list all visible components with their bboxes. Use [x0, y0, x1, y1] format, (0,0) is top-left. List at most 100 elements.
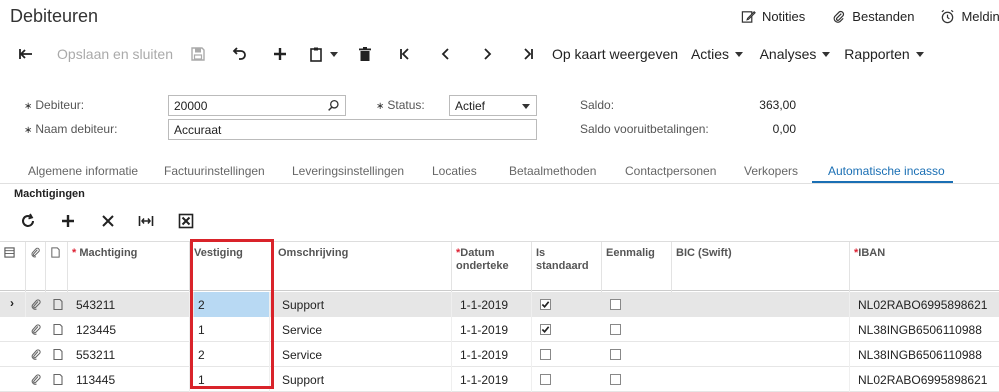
reports-menu-button[interactable]: Rapporten	[838, 38, 930, 70]
save-close-button[interactable]: Opslaan en sluiten	[52, 38, 178, 70]
table-row[interactable]: 553211 2 Service 1-1-2019 NL38INGB650611…	[0, 342, 999, 367]
first-record-button[interactable]	[384, 38, 426, 70]
undo-button[interactable]	[218, 38, 260, 70]
debiteur-field[interactable]: 20000	[168, 95, 346, 116]
checkbox-is-standaard[interactable]	[540, 299, 551, 310]
cell-machtiging[interactable]: 553211	[72, 342, 190, 367]
notities-label: Notities	[761, 9, 806, 24]
paperclip-icon[interactable]	[30, 323, 42, 336]
checkbox-eenmalig[interactable]	[610, 299, 621, 310]
paperclip-icon[interactable]	[30, 348, 42, 361]
note-icon	[51, 247, 60, 258]
tab-factuurinstellingen[interactable]: Factuurinstellingen	[164, 164, 265, 178]
cell-bic[interactable]	[676, 367, 850, 392]
cell-datum[interactable]: 1-1-2019	[456, 292, 532, 317]
naam-debiteur-field[interactable]: Accuraat	[168, 119, 537, 140]
cell-omschrijving[interactable]: Support	[278, 367, 452, 392]
tab-contactpersonen[interactable]: Contactpersonen	[625, 164, 716, 178]
cell-vestiging[interactable]: 2	[194, 292, 270, 317]
tab-locaties[interactable]: Locaties	[432, 164, 477, 178]
delete-row-button[interactable]	[100, 213, 118, 231]
paperclip-icon[interactable]	[30, 298, 42, 311]
cell-omschrijving[interactable]: Service	[278, 317, 452, 342]
cell-datum[interactable]: 1-1-2019	[456, 317, 532, 342]
tab-betaalmethoden[interactable]: Betaalmethoden	[509, 164, 596, 178]
column-bic[interactable]: BIC (Swift)	[672, 242, 850, 292]
cell-omschrijving[interactable]: Support	[278, 292, 452, 317]
column-selector-header[interactable]	[0, 242, 26, 292]
checkbox-is-standaard[interactable]	[540, 349, 551, 360]
notities-link[interactable]: Notities	[741, 9, 805, 24]
column-is-standaard[interactable]: Is standaard	[532, 242, 602, 292]
table-row[interactable]: 123445 1 Service 1-1-2019 NL38INGB650611…	[0, 317, 999, 342]
paperclip-icon[interactable]	[30, 373, 42, 386]
checkbox-is-standaard[interactable]	[540, 374, 551, 385]
cell-datum[interactable]: 1-1-2019	[456, 367, 532, 392]
checkbox-eenmalig[interactable]	[610, 349, 621, 360]
next-record-button[interactable]	[466, 38, 508, 70]
close-icon	[102, 215, 114, 227]
cell-machtiging[interactable]: 123445	[72, 317, 190, 342]
previous-record-button[interactable]	[426, 38, 466, 70]
note-icon[interactable]	[52, 373, 64, 386]
map-view-button[interactable]: Op kaart weergeven	[548, 38, 682, 70]
column-eenmalig[interactable]: Eenmalig	[602, 242, 672, 292]
tab-algemene-informatie[interactable]: Algemene informatie	[28, 164, 138, 178]
tab-bar: Algemene informatie Factuurinstellingen …	[0, 160, 999, 184]
cell-datum[interactable]: 1-1-2019	[456, 342, 532, 367]
trash-icon	[359, 47, 371, 61]
clipboard-menu-button[interactable]	[300, 38, 346, 70]
naam-debiteur-label: ∗ Naam debiteur:	[24, 122, 118, 136]
save-button[interactable]	[178, 38, 218, 70]
cell-machtiging[interactable]: 113445	[72, 367, 190, 392]
cell-omschrijving[interactable]: Service	[278, 342, 452, 367]
status-select[interactable]: Actief	[449, 95, 537, 116]
alarm-clock-icon	[941, 9, 954, 24]
table-row[interactable]: 113445 1 Support 1-1-2019 NL02RABO699589…	[0, 367, 999, 392]
checkbox-eenmalig[interactable]	[610, 374, 621, 385]
refresh-button[interactable]	[20, 213, 38, 231]
cell-vestiging[interactable]: 1	[194, 317, 270, 342]
cell-iban[interactable]: NL02RABO6995898621	[854, 367, 999, 392]
note-icon[interactable]	[52, 323, 64, 336]
active-tab-indicator	[812, 181, 953, 183]
column-vestiging[interactable]: Vestiging	[190, 242, 274, 292]
note-icon[interactable]	[52, 348, 64, 361]
grid-toolbar	[0, 205, 300, 237]
cell-iban[interactable]: NL38INGB6506110988	[854, 317, 999, 342]
back-button[interactable]	[0, 38, 52, 70]
column-machtiging[interactable]: * Machtiging	[68, 242, 190, 292]
melding-link[interactable]: Melding	[940, 9, 999, 24]
actions-menu-button[interactable]: Acties	[682, 38, 752, 70]
tab-leveringsinstellingen[interactable]: Leveringsinstellingen	[292, 164, 404, 178]
row-selector-arrow: ›	[0, 292, 26, 317]
export-excel-button[interactable]	[178, 213, 196, 231]
note-icon[interactable]	[52, 298, 64, 311]
tab-verkopers[interactable]: Verkopers	[744, 164, 798, 178]
tab-automatische-incasso[interactable]: Automatische incasso	[828, 164, 945, 178]
checkbox-eenmalig[interactable]	[610, 324, 621, 335]
delete-button[interactable]	[346, 38, 384, 70]
search-icon[interactable]	[327, 99, 340, 112]
add-button[interactable]	[260, 38, 300, 70]
cell-machtiging[interactable]: 543211	[72, 292, 190, 317]
bestanden-link[interactable]: Bestanden	[831, 9, 914, 24]
table-row[interactable]: › 543211 2 Support 1-1-2019 NL02RABO6995…	[0, 292, 999, 317]
analyses-menu-button[interactable]: Analyses	[752, 38, 838, 70]
cell-vestiging[interactable]: 2	[194, 342, 270, 367]
first-icon	[400, 48, 409, 60]
column-iban[interactable]: *IBAN	[850, 242, 999, 292]
clipboard-icon	[310, 47, 322, 62]
cell-vestiging[interactable]: 1	[194, 367, 270, 392]
cell-iban[interactable]: NL38INGB6506110988	[854, 342, 999, 367]
cell-iban[interactable]: NL02RABO6995898621	[854, 292, 999, 317]
cell-bic[interactable]	[676, 342, 850, 367]
cell-bic[interactable]	[676, 317, 850, 342]
checkbox-is-standaard[interactable]	[540, 324, 551, 335]
column-datum[interactable]: *Datum onderteke	[452, 242, 532, 292]
last-record-button[interactable]	[508, 38, 548, 70]
cell-bic[interactable]	[676, 292, 850, 317]
fit-columns-button[interactable]	[138, 213, 156, 231]
column-omschrijving[interactable]: Omschrijving	[274, 242, 452, 292]
add-row-button[interactable]	[60, 213, 78, 231]
